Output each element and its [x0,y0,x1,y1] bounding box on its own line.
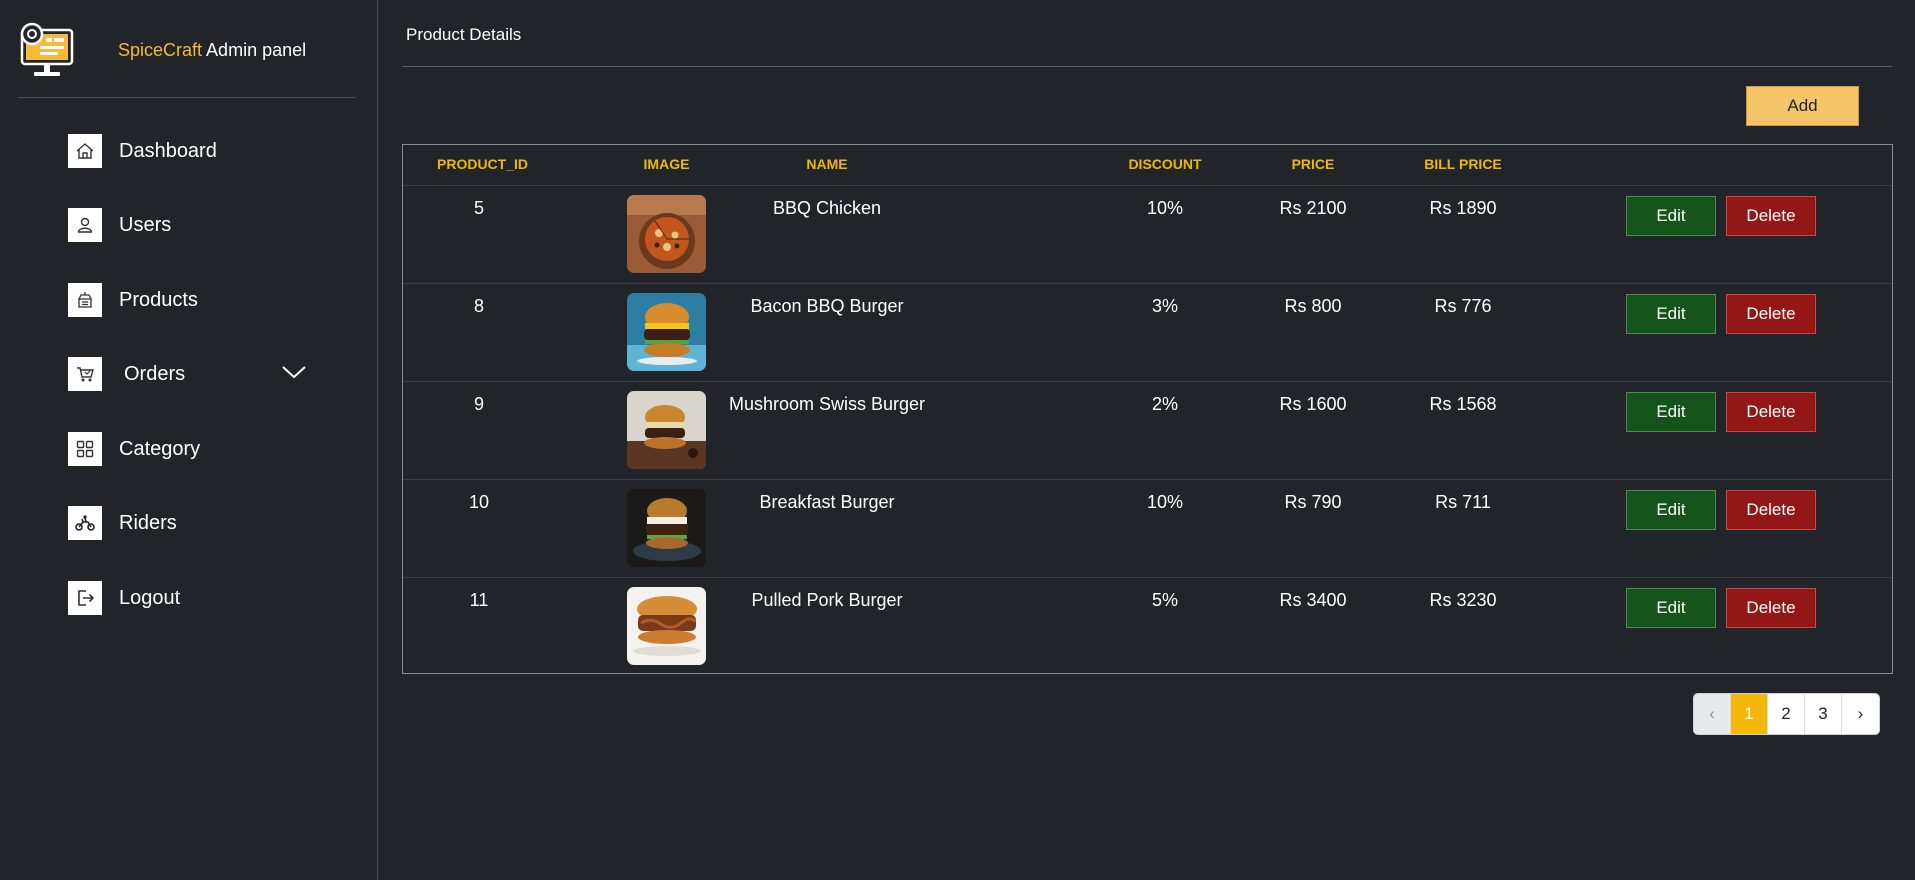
sidebar-item-riders[interactable]: Riders [68,503,328,543]
delete-button[interactable]: Delete [1726,294,1816,334]
bill-price-cell: Rs 776 [1434,296,1492,316]
sidebar-item-logout[interactable]: Logout [68,578,328,618]
sidebar-item-label: Riders [119,511,177,534]
edit-button[interactable]: Edit [1626,392,1716,432]
user-icon [68,208,102,242]
product-name-cell: Mushroom Swiss Burger [728,394,926,414]
delete-button[interactable]: Delete [1726,392,1816,432]
product-id-cell: 8 [473,296,484,316]
burger-photo [627,587,706,665]
column-header-bill-price: BILL PRICE [1424,156,1502,172]
price-cell: Rs 1600 [1279,394,1347,414]
motorbike-icon [68,506,102,540]
price-cell: Rs 800 [1284,296,1342,316]
burger-photo [627,391,706,469]
grid-icon [68,432,102,466]
sidebar-item-dashboard[interactable]: Dashboard [68,131,328,171]
table-header: PRODUCT_ID IMAGE NAME DISCOUNT PRICE BIL… [403,145,1892,186]
page-title: Product Details [406,25,522,44]
burger-photo [627,293,706,371]
product-name-cell: Breakfast Burger [759,492,895,512]
brand-rest-text: Admin panel [202,40,307,60]
product-id-cell: 11 [469,590,489,610]
bill-price-cell: Rs 1890 [1429,198,1497,218]
edit-button[interactable]: Edit [1626,490,1716,530]
pagination-page-2[interactable]: 2 [1768,694,1805,734]
discount-cell: 2% [1151,394,1178,414]
price-cell: Rs 2100 [1279,198,1347,218]
sidebar-item-users[interactable]: Users [68,205,328,245]
column-header-discount: DISCOUNT [1128,156,1202,172]
column-header-product-id: PRODUCT_ID [437,156,529,172]
table-row: 8 Bacon BBQ Burger 3% Rs 800 Rs 776 Edit… [403,284,1892,382]
sidebar: SpiceCraft Admin panel Dashboard Users P… [0,0,378,880]
discount-cell: 10% [1146,198,1184,218]
pagination-prev-button[interactable]: ‹ [1694,694,1731,734]
price-cell: Rs 790 [1284,492,1342,512]
add-product-button[interactable]: Add [1746,86,1859,126]
brand-accent-text: SpiceCraft [118,40,203,60]
bill-price-cell: Rs 711 [1435,492,1491,512]
sidebar-item-label: Products [119,288,198,311]
pagination-next-button[interactable]: › [1842,694,1879,734]
price-cell: Rs 3400 [1279,590,1347,610]
divider [402,66,1892,67]
pagination: ‹ 1 2 3 › [1693,693,1880,735]
delete-button[interactable]: Delete [1726,196,1816,236]
sidebar-item-orders[interactable]: Orders [68,354,328,394]
product-name-cell: Pulled Pork Burger [751,590,903,610]
delete-button[interactable]: Delete [1726,490,1816,530]
edit-button[interactable]: Edit [1626,294,1716,334]
brand-header: SpiceCraft Admin panel [18,20,356,98]
main-content: Product Details Add PRODUCT_ID IMAGE NAM… [379,0,1915,880]
admin-monitor-logo-icon [18,20,76,80]
column-header-price: PRICE [1291,156,1335,172]
discount-cell: 10% [1146,492,1184,512]
product-id-cell: 5 [473,198,484,218]
pagination-page-1[interactable]: 1 [1731,694,1768,734]
chevron-down-icon[interactable] [281,362,307,382]
sidebar-item-label: Logout [119,586,181,609]
logout-icon [68,581,102,615]
delete-button[interactable]: Delete [1726,588,1816,628]
product-id-cell: 10 [468,492,490,512]
sidebar-item-products[interactable]: Products [68,280,328,320]
discount-cell: 5% [1151,590,1178,610]
products-table: PRODUCT_ID IMAGE NAME DISCOUNT PRICE BIL… [402,144,1893,674]
sidebar-item-category[interactable]: Category [68,429,328,469]
product-name-cell: BBQ Chicken [772,198,882,218]
sidebar-item-label: Orders [124,362,186,385]
products-icon [68,283,102,317]
bill-price-cell: Rs 1568 [1429,394,1497,414]
pizza-photo [627,195,706,273]
table-row: 9 Mushroom Swiss Burger 2% Rs 1600 Rs 15… [403,382,1892,480]
column-header-image: IMAGE [643,156,690,172]
edit-button[interactable]: Edit [1626,588,1716,628]
product-id-cell: 9 [473,394,484,414]
table-row: 10 Breakfast Burger 10% Rs 790 Rs 711 Ed… [403,480,1892,578]
sidebar-item-label: Category [119,437,201,460]
cart-icon [68,357,102,391]
home-icon [68,134,102,168]
brand-title: SpiceCraft Admin panel [118,40,306,61]
table-row: 11 Pulled Pork Burger 5% Rs 3400 Rs 3230… [403,578,1892,676]
column-header-name: NAME [806,156,848,172]
pagination-page-3[interactable]: 3 [1805,694,1842,734]
edit-button[interactable]: Edit [1626,196,1716,236]
sidebar-item-label: Users [119,213,172,236]
table-row: 5 BBQ Chicken 10% Rs 2100 Rs 1890 Edit D… [403,186,1892,284]
product-name-cell: Bacon BBQ Burger [750,296,904,316]
sidebar-item-label: Dashboard [119,139,217,162]
burger-photo [627,489,706,567]
bill-price-cell: Rs 3230 [1429,590,1497,610]
discount-cell: 3% [1151,296,1178,316]
